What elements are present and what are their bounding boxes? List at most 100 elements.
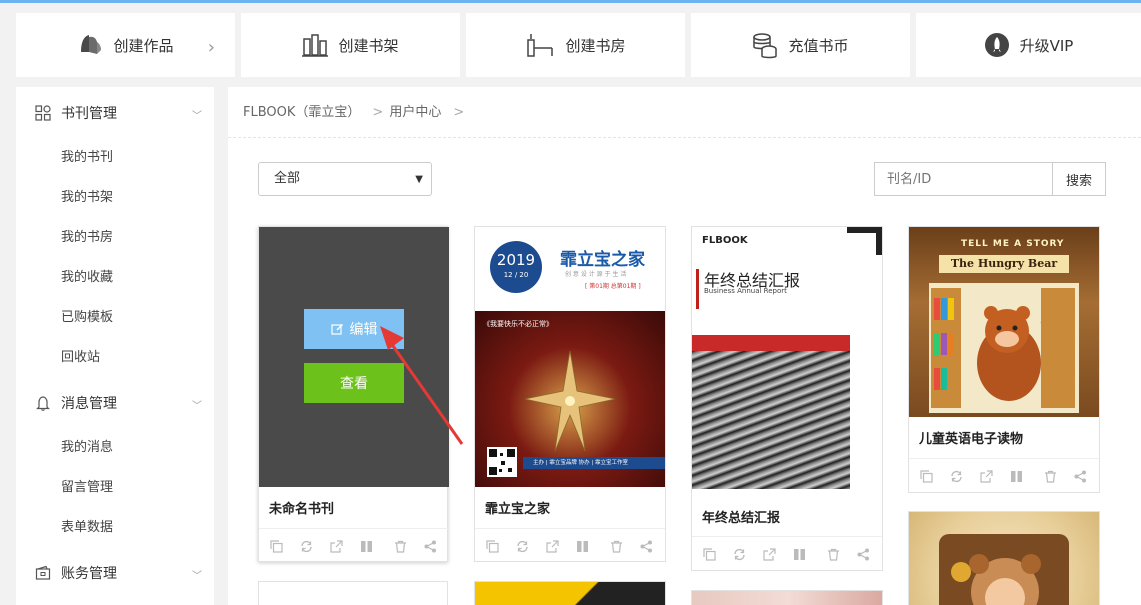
refresh-icon[interactable] bbox=[515, 539, 529, 553]
sidebar-item-my-messages[interactable]: 我的消息 bbox=[61, 438, 113, 458]
sidebar-item-comments[interactable]: 留言管理 bbox=[61, 478, 113, 498]
share-icon[interactable] bbox=[856, 547, 870, 561]
upgrade-vip-button[interactable]: 升级VIP bbox=[916, 13, 1141, 77]
cover-year: 2019 bbox=[496, 251, 536, 269]
top-action-bar: 创建作品 › 创建书架 创建书房 充值书币 升级VIP bbox=[16, 13, 1141, 77]
create-bookshelf-label: 创建书架 bbox=[338, 36, 399, 55]
caret-down-icon: ▼ bbox=[415, 174, 423, 185]
qr-code-icon bbox=[487, 447, 517, 477]
card-toolbar bbox=[909, 458, 1099, 492]
cover-christmas-photo: 《我要快乐不必正常》 主办 | 霏立宝品牌 协办 | 霏立宝工作室 bbox=[475, 311, 665, 487]
card-toolbar bbox=[692, 536, 882, 570]
chevron-down-icon: ﹀ bbox=[192, 111, 202, 122]
trash-icon[interactable] bbox=[393, 539, 407, 553]
book-card[interactable] bbox=[691, 590, 883, 605]
columns-icon[interactable] bbox=[1009, 469, 1023, 483]
sidebar-item-form-data[interactable]: 表单数据 bbox=[61, 518, 113, 538]
create-bookroom-button[interactable]: 创建书房 bbox=[466, 13, 685, 77]
columns-icon[interactable] bbox=[359, 539, 373, 553]
trash-icon[interactable] bbox=[826, 547, 840, 561]
sidebar-item-recycle-bin[interactable]: 回收站 bbox=[61, 348, 100, 368]
trash-icon[interactable] bbox=[609, 539, 623, 553]
book-title[interactable]: 霏立宝之家 bbox=[485, 498, 550, 517]
create-bookshelf-button[interactable]: 创建书架 bbox=[241, 13, 460, 77]
sidebar-item-favorites[interactable]: 我的收藏 bbox=[61, 268, 113, 288]
share-icon[interactable] bbox=[639, 539, 653, 553]
wallet-icon bbox=[35, 565, 53, 581]
create-work-button[interactable]: 创建作品 › bbox=[16, 13, 235, 77]
annotation-arrow-icon bbox=[380, 326, 464, 445]
cover-heading: The Hungry Bear bbox=[939, 255, 1069, 273]
sidebar-section-accounts-label: 账务管理 bbox=[61, 566, 117, 582]
sidebar-item-my-bookroom[interactable]: 我的书房 bbox=[61, 228, 113, 248]
breadcrumb: FLBOOK（霏立宝） > 用户中心 > bbox=[243, 101, 470, 120]
search-input[interactable] bbox=[874, 162, 1054, 196]
book-title[interactable]: 未命名书刊 bbox=[269, 498, 334, 517]
category-select[interactable]: 全部 ▼ bbox=[258, 162, 432, 196]
book-card[interactable]: FLBOOK 年终总结汇报 Business Annual Report 年终总… bbox=[691, 226, 883, 571]
external-link-icon[interactable] bbox=[545, 539, 559, 553]
cover-banner: TELL ME A STORY bbox=[961, 239, 1065, 249]
top-accent-line bbox=[0, 0, 1141, 3]
refresh-icon[interactable] bbox=[299, 539, 313, 553]
columns-icon[interactable] bbox=[575, 539, 589, 553]
book-card[interactable]: TELL ME A STORY The Hungry Bear 儿童英语电子读物 bbox=[908, 226, 1100, 493]
chevron-down-icon: ﹀ bbox=[192, 571, 202, 582]
external-link-icon[interactable] bbox=[762, 547, 776, 561]
copy-icon[interactable] bbox=[485, 539, 499, 553]
coins-icon bbox=[752, 31, 778, 59]
sidebar-section-books[interactable]: 书刊管理 ﹀ bbox=[16, 93, 214, 133]
book-cover-image bbox=[692, 591, 882, 605]
sidebar-section-accounts[interactable]: 账务管理 ﹀ bbox=[16, 553, 214, 593]
cover-red-bar bbox=[696, 269, 699, 309]
cover-issue: [ 第01期 总第01期 ] bbox=[585, 283, 641, 290]
recharge-coins-button[interactable]: 充值书币 bbox=[691, 13, 910, 77]
book-cover-image: 2019 12 / 20 霏立宝之家 创 意 设 计 源 于 生 活 [ 第01… bbox=[475, 227, 665, 487]
create-bookroom-label: 创建书房 bbox=[565, 36, 626, 55]
book-card[interactable] bbox=[474, 581, 666, 605]
cover-footer: 主办 | 霏立宝品牌 协办 | 霏立宝工作室 bbox=[523, 457, 665, 469]
main-content: FLBOOK（霏立宝）>用户中心> 全部 ▼ 搜索 编辑 查看 未命名书刊 bbox=[228, 87, 1141, 605]
book-card[interactable] bbox=[258, 581, 448, 605]
sidebar-section-messages-label: 消息管理 bbox=[61, 396, 117, 412]
sidebar-section-books-label: 书刊管理 bbox=[61, 106, 117, 122]
breadcrumb-current[interactable]: 用户中心 bbox=[389, 105, 441, 120]
book-card[interactable] bbox=[908, 511, 1100, 605]
sidebar-item-purchased-templates[interactable]: 已购模板 bbox=[61, 308, 113, 328]
card-toolbar bbox=[259, 528, 449, 562]
refresh-icon[interactable] bbox=[949, 469, 963, 483]
copy-icon[interactable] bbox=[702, 547, 716, 561]
refresh-icon[interactable] bbox=[732, 547, 746, 561]
bell-icon bbox=[35, 395, 53, 411]
share-icon[interactable] bbox=[1073, 469, 1087, 483]
external-link-icon[interactable] bbox=[329, 539, 343, 553]
book-title[interactable]: 年终总结汇报 bbox=[702, 507, 780, 526]
sidebar: 书刊管理 ﹀ 我的书刊 我的书架 我的书房 我的收藏 已购模板 回收站 消息管理… bbox=[16, 87, 214, 605]
search-button[interactable]: 搜索 bbox=[1052, 162, 1106, 196]
sidebar-item-my-books[interactable]: 我的书刊 bbox=[61, 148, 113, 168]
cover-subheading: Business Annual Report bbox=[704, 287, 787, 295]
bookshelf-icon bbox=[302, 33, 329, 57]
book-title[interactable]: 儿童英语电子读物 bbox=[919, 428, 1023, 447]
trash-icon[interactable] bbox=[1043, 469, 1057, 483]
cover-subtitle: 创 意 设 计 源 于 生 活 bbox=[565, 271, 627, 278]
cover-logo: FLBOOK bbox=[702, 235, 748, 246]
sidebar-section-messages[interactable]: 消息管理 ﹀ bbox=[16, 383, 214, 423]
book-cover-image: TELL ME A STORY The Hungry Bear bbox=[909, 227, 1099, 417]
book-card[interactable]: 2019 12 / 20 霏立宝之家 创 意 设 计 源 于 生 活 [ 第01… bbox=[474, 226, 666, 562]
external-link-icon[interactable] bbox=[979, 469, 993, 483]
breadcrumb-separator: > bbox=[372, 105, 384, 120]
share-icon[interactable] bbox=[423, 539, 437, 553]
grid-icon bbox=[35, 105, 53, 121]
create-work-label: 创建作品 bbox=[113, 36, 174, 55]
cover-architecture-photo bbox=[692, 351, 850, 489]
chevron-right-icon: › bbox=[207, 37, 215, 58]
copy-icon[interactable] bbox=[919, 469, 933, 483]
cover-red-block bbox=[692, 335, 850, 489]
breadcrumb-root[interactable]: FLBOOK（霏立宝） bbox=[243, 105, 360, 120]
sidebar-item-my-shelves[interactable]: 我的书架 bbox=[61, 188, 113, 208]
book-cover-image bbox=[475, 582, 665, 605]
columns-icon[interactable] bbox=[792, 547, 806, 561]
copy-icon[interactable] bbox=[269, 539, 283, 553]
card-toolbar bbox=[475, 528, 665, 562]
